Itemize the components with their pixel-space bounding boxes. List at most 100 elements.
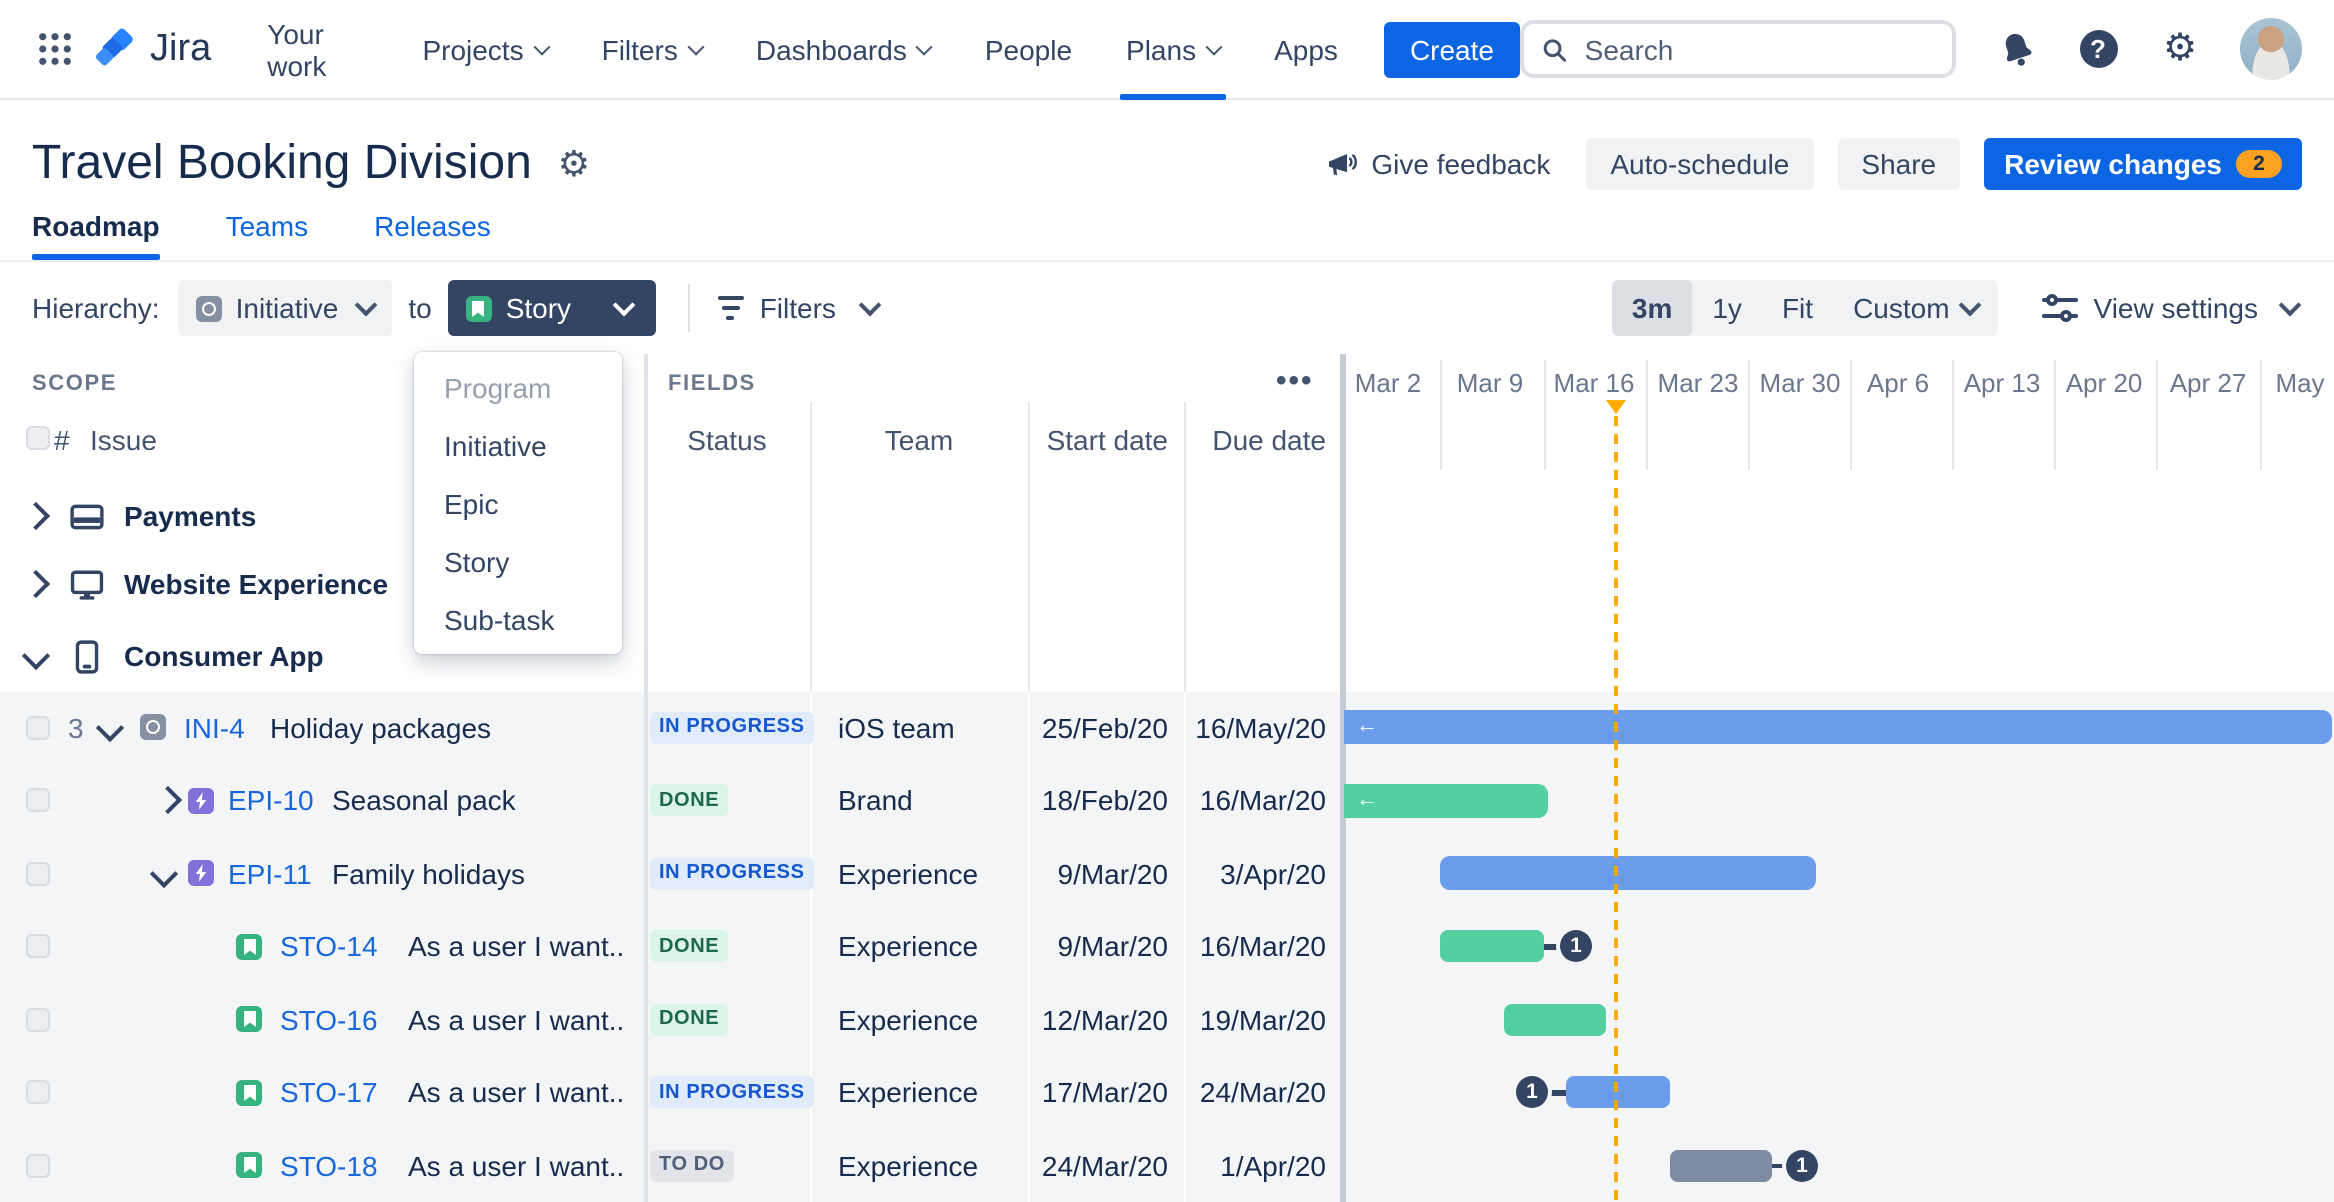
- chevron-right-icon[interactable]: [21, 501, 51, 531]
- chevron-right-icon[interactable]: [153, 786, 183, 815]
- hierarchy-from-select[interactable]: Initiative: [177, 280, 393, 336]
- issue-summary[interactable]: As a user I want..: [408, 983, 624, 1056]
- dropdown-option-initiative[interactable]: Initiative: [414, 416, 622, 474]
- gantt-bar[interactable]: ←: [1344, 783, 1548, 818]
- issue-row[interactable]: EPI-11 Family holidays IN PROGRESS Exper…: [0, 837, 2334, 910]
- row-checkbox[interactable]: [26, 934, 50, 959]
- due-date-cell[interactable]: 16/Mar/20: [1184, 910, 1326, 983]
- dependency-badge[interactable]: 1: [1786, 1149, 1818, 1182]
- user-avatar[interactable]: [2240, 18, 2302, 80]
- issue-key[interactable]: STO-17: [280, 1056, 378, 1129]
- zoom-custom-button[interactable]: Custom: [1833, 280, 1997, 336]
- team-cell[interactable]: Experience: [838, 1129, 978, 1202]
- zoom-3m-button[interactable]: 3m: [1611, 280, 1693, 336]
- due-date-cell[interactable]: 16/Mar/20: [1184, 764, 1326, 837]
- help-icon[interactable]: ?: [2076, 27, 2120, 71]
- issue-summary[interactable]: As a user I want..: [408, 1056, 624, 1129]
- review-changes-button[interactable]: Review changes 2: [1984, 138, 2302, 190]
- due-date-cell[interactable]: 24/Mar/20: [1184, 1056, 1326, 1129]
- gantt-bar[interactable]: [1440, 930, 1544, 963]
- gantt-bar[interactable]: ←: [1344, 710, 2332, 745]
- auto-schedule-button[interactable]: Auto-schedule: [1586, 138, 1814, 190]
- issue-row[interactable]: STO-16 As a user I want.. DONE Experienc…: [0, 983, 2334, 1056]
- due-date-cell[interactable]: 3/Apr/20: [1184, 837, 1326, 910]
- column-header-team[interactable]: Team: [810, 424, 1028, 456]
- start-date-cell[interactable]: 25/Feb/20: [1028, 691, 1168, 764]
- row-checkbox[interactable]: [26, 788, 50, 813]
- due-date-cell[interactable]: 19/Mar/20: [1184, 983, 1326, 1056]
- nav-item-apps[interactable]: Apps: [1274, 0, 1338, 99]
- start-date-cell[interactable]: 9/Mar/20: [1028, 910, 1169, 983]
- dropdown-option-story[interactable]: Story: [414, 532, 622, 590]
- status-badge[interactable]: DONE: [650, 930, 729, 963]
- column-header-due-date[interactable]: Due date: [1184, 424, 1326, 456]
- issue-row[interactable]: STO-14 As a user I want.. DONE Experienc…: [0, 910, 2334, 983]
- nav-item-people[interactable]: People: [985, 0, 1072, 99]
- chevron-down-icon[interactable]: [95, 713, 125, 742]
- column-header-status[interactable]: Status: [644, 424, 810, 456]
- nav-item-your-work[interactable]: Your work: [267, 0, 368, 99]
- status-badge[interactable]: IN PROGRESS: [650, 1076, 814, 1109]
- start-date-cell[interactable]: 24/Mar/20: [1028, 1129, 1168, 1202]
- issue-key[interactable]: STO-16: [280, 983, 378, 1056]
- team-cell[interactable]: Experience: [838, 1056, 978, 1129]
- search-box[interactable]: [1520, 20, 1956, 78]
- search-input[interactable]: [1580, 31, 1934, 67]
- issue-key[interactable]: EPI-11: [228, 837, 312, 910]
- gantt-bar[interactable]: [1440, 856, 1816, 891]
- gantt-bar[interactable]: [1504, 1003, 1606, 1036]
- fields-more-button[interactable]: •••: [1276, 364, 1314, 398]
- row-checkbox[interactable]: [26, 715, 50, 740]
- team-cell[interactable]: iOS team: [838, 691, 955, 764]
- team-cell[interactable]: Experience: [838, 983, 978, 1056]
- tab-roadmap[interactable]: Roadmap: [32, 210, 160, 260]
- team-cell[interactable]: Brand: [838, 764, 913, 837]
- chevron-right-icon[interactable]: [21, 569, 51, 599]
- nav-item-projects[interactable]: Projects: [422, 0, 551, 99]
- nav-item-dashboards[interactable]: Dashboards: [756, 0, 934, 99]
- gantt-bar[interactable]: [1566, 1076, 1670, 1109]
- row-checkbox[interactable]: [26, 861, 50, 886]
- tab-teams[interactable]: Teams: [226, 210, 308, 260]
- tab-releases[interactable]: Releases: [374, 210, 491, 260]
- status-badge[interactable]: DONE: [650, 784, 729, 817]
- issue-key[interactable]: STO-18: [280, 1129, 378, 1202]
- give-feedback-button[interactable]: Give feedback: [1313, 146, 1562, 182]
- create-button[interactable]: Create: [1383, 21, 1520, 77]
- notifications-bell-icon[interactable]: [1994, 27, 2038, 71]
- issue-summary[interactable]: As a user I want..: [408, 1129, 624, 1202]
- column-header-start-date[interactable]: Start date: [1028, 424, 1168, 456]
- issue-summary[interactable]: Family holidays: [332, 837, 525, 910]
- gantt-bar[interactable]: [1670, 1149, 1772, 1182]
- status-badge[interactable]: IN PROGRESS: [650, 857, 814, 890]
- due-date-cell[interactable]: 16/May/20: [1184, 691, 1326, 764]
- app-switcher-icon[interactable]: [32, 27, 76, 71]
- start-date-cell[interactable]: 12/Mar/20: [1028, 983, 1168, 1056]
- issue-key[interactable]: INI-4: [184, 691, 245, 764]
- issue-row[interactable]: EPI-10 Seasonal pack DONE Brand 18/Feb/2…: [0, 764, 2334, 837]
- select-all-checkbox[interactable]: [26, 426, 50, 450]
- status-badge[interactable]: DONE: [650, 1003, 729, 1036]
- issue-key[interactable]: STO-14: [280, 910, 378, 983]
- hierarchy-to-select[interactable]: Story: [447, 280, 656, 336]
- start-date-cell[interactable]: 18/Feb/20: [1028, 764, 1168, 837]
- share-button[interactable]: Share: [1837, 138, 1961, 190]
- zoom-1y-button[interactable]: 1y: [1692, 280, 1762, 336]
- settings-gear-icon[interactable]: ⚙: [2158, 27, 2202, 71]
- due-date-cell[interactable]: 1/Apr/20: [1184, 1129, 1326, 1202]
- start-date-cell[interactable]: 17/Mar/20: [1028, 1056, 1168, 1129]
- nav-item-filters[interactable]: Filters: [602, 0, 705, 99]
- row-checkbox[interactable]: [26, 1007, 50, 1032]
- chevron-down-icon[interactable]: [21, 641, 51, 671]
- status-badge[interactable]: IN PROGRESS: [650, 711, 814, 744]
- dropdown-option-epic[interactable]: Epic: [414, 474, 622, 532]
- nav-item-plans[interactable]: Plans: [1120, 0, 1227, 99]
- chevron-down-icon[interactable]: [149, 859, 179, 888]
- dropdown-option-subtask[interactable]: Sub-task: [414, 590, 622, 648]
- issue-summary[interactable]: Seasonal pack: [332, 764, 516, 837]
- plan-settings-gear-icon[interactable]: ⚙: [558, 143, 590, 185]
- issue-key[interactable]: EPI-10: [228, 764, 314, 837]
- row-checkbox[interactable]: [26, 1153, 50, 1178]
- filters-button[interactable]: Filters: [717, 292, 882, 324]
- team-cell[interactable]: Experience: [838, 837, 978, 910]
